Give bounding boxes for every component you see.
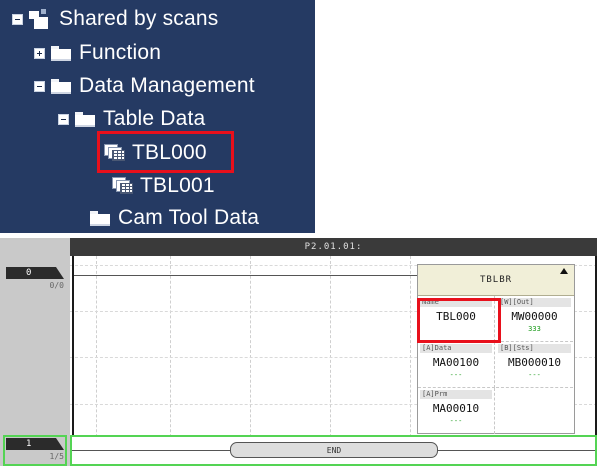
param-tag: [W][Out] [498,298,571,307]
param-value: MA00100 [432,356,480,369]
collapse-triangle-icon[interactable] [560,268,568,274]
ladder-program-header: P2.01.01: [70,238,597,256]
param-value: MB000010 [508,356,561,369]
tree-node-table-data[interactable]: Table Data [58,104,205,134]
tree-label: Table Data [103,107,206,130]
param-cell-sts[interactable]: [B][Sts] MB000010 --- [496,342,573,388]
folder-icon [51,78,71,94]
tree-node-cam-tool-data[interactable]: Cam Tool Data [90,203,259,233]
tree-label: Shared by scans [59,7,219,30]
param-tag: [B][Sts] [498,344,571,353]
tree-label: TBL001 [140,174,215,197]
collapse-icon[interactable] [58,113,69,125]
param-current-value: --- [449,417,463,425]
project-tree-panel: Shared by scans Function Data Management… [0,0,315,233]
folder-icon [51,45,71,61]
tree-node-data-management[interactable]: Data Management [34,71,255,101]
folder-icon [90,210,110,226]
param-current-value: --- [449,371,463,379]
step-gutter: 0 0/0 1 1/5 [0,238,70,466]
rung-line [74,275,419,276]
tree-label: Function [79,41,162,64]
param-tag: [A]Data [420,344,492,353]
highlight-box-name-cell [417,298,501,343]
folder-icon [75,111,95,127]
table-icon [112,177,134,195]
collapse-icon[interactable] [12,13,23,25]
step-number-badge[interactable]: 0 [6,267,64,279]
tblbr-function-block[interactable]: TBLBR Name TBL000 [W][Out] MW00000 333 [… [417,264,575,434]
param-tag: [A]Prm [420,390,492,399]
param-cell-prm[interactable]: [A]Prm MA00010 --- [418,388,495,434]
tree-label: Data Management [79,74,255,97]
tree-label: Cam Tool Data [118,206,260,229]
left-power-rail [72,256,74,452]
expand-icon[interactable] [34,47,45,59]
param-current-value: --- [528,371,541,379]
end-step-highlight [3,435,67,466]
highlight-box-tbl000 [97,131,234,173]
param-current-value: 333 [528,325,541,333]
param-value: MA00010 [432,402,480,415]
param-cell-out[interactable]: [W][Out] MW00000 333 [496,296,573,342]
tree-node-shared-by-scans[interactable]: Shared by scans [12,4,218,34]
param-cell-data[interactable]: [A]Data MA00100 --- [418,342,495,388]
block-title: TBLBR [418,265,574,296]
step-sub-label: 0/0 [49,281,64,290]
end-rung[interactable]: END [70,435,597,466]
tree-node-function[interactable]: Function [34,38,161,68]
end-instruction[interactable]: END [230,442,438,458]
tree-node-tbl001[interactable]: TBL001 [112,171,215,201]
ladder-editor: 0 0/0 1 1/5 P2.01.01: TBLBR Name TBL000 … [0,238,597,466]
param-value: MW00000 [511,310,558,323]
shared-scans-icon [29,9,53,29]
collapse-icon[interactable] [34,80,45,92]
